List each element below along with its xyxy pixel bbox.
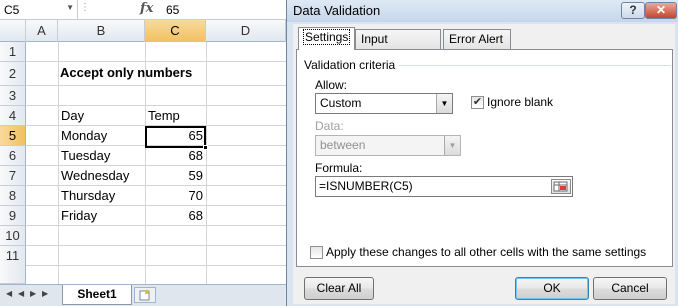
formula-input[interactable]: =ISNUMBER(C5) xyxy=(315,176,573,197)
excel-worksheet: C5 ▼ ⋮ fx 65 A B C D 1 2 3 4 5 6 7 8 9 1… xyxy=(0,0,286,306)
apply-to-all-checkbox[interactable] xyxy=(310,246,323,259)
table-cell-day[interactable]: Tuesday xyxy=(58,146,145,166)
checkmark-icon: ✔ xyxy=(472,96,483,108)
table-cell-temp[interactable]: 68 xyxy=(145,206,206,226)
row-header-2[interactable]: 2 xyxy=(0,62,26,86)
allow-label: Allow: xyxy=(315,78,348,92)
tab-input-message[interactable]: Input Message xyxy=(355,29,441,64)
validation-criteria-label: Validation criteria xyxy=(304,58,396,72)
select-all-corner[interactable] xyxy=(0,20,26,42)
chevron-down-icon[interactable]: ▼ xyxy=(66,3,74,12)
dialog-title: Data Validation xyxy=(293,3,381,18)
clear-all-button[interactable]: Clear All xyxy=(304,277,374,300)
row-header-10[interactable]: 10 xyxy=(0,226,26,246)
previous-sheet-icon[interactable]: ◀ xyxy=(18,289,24,298)
name-box[interactable]: C5 ▼ xyxy=(0,0,78,19)
row-header-7[interactable]: 7 xyxy=(0,166,26,186)
row-header-4[interactable]: 4 xyxy=(0,106,26,126)
row-header-6[interactable]: 6 xyxy=(0,146,26,166)
help-button[interactable]: ? xyxy=(621,2,645,19)
column-header-b[interactable]: B xyxy=(58,20,145,42)
cancel-button[interactable]: Cancel xyxy=(593,277,667,300)
ignore-blank-label: Ignore blank xyxy=(487,95,554,109)
insert-sheet-icon xyxy=(139,289,150,301)
insert-sheet-button[interactable] xyxy=(134,287,156,303)
name-box-value: C5 xyxy=(4,3,20,17)
row-header-11[interactable]: 11 xyxy=(0,246,26,284)
gridline xyxy=(26,85,286,86)
table-cell-day[interactable]: Friday xyxy=(58,206,145,226)
table-cell-temp[interactable]: 68 xyxy=(145,146,206,166)
data-select-value: between xyxy=(320,138,366,152)
formula-bar: C5 ▼ ⋮ fx 65 xyxy=(0,0,286,20)
data-label: Data: xyxy=(315,119,344,133)
group-divider xyxy=(399,65,671,66)
column-header-a[interactable]: A xyxy=(26,20,58,42)
collapse-dialog-button[interactable] xyxy=(551,179,571,194)
allow-select[interactable]: Custom ▼ xyxy=(315,93,453,114)
table-cell-temp[interactable]: 70 xyxy=(145,186,206,206)
tab-error-alert[interactable]: Error Alert xyxy=(443,29,511,49)
row-header-1[interactable]: 1 xyxy=(0,42,26,62)
dialog-body: Settings Input Message Error Alert Valid… xyxy=(293,24,675,304)
formula-bar-grip: ⋮ xyxy=(80,2,110,18)
gridline xyxy=(206,42,207,284)
tab-label: Settings xyxy=(302,29,351,45)
range-select-icon xyxy=(553,181,568,192)
active-cell-border xyxy=(145,126,208,150)
gridline xyxy=(26,265,286,266)
formula-input-value: =ISNUMBER(C5) xyxy=(319,179,413,193)
ok-button[interactable]: OK xyxy=(515,277,589,300)
fill-handle[interactable] xyxy=(203,145,208,150)
chevron-down-icon[interactable]: ▼ xyxy=(436,94,452,113)
row-header-8[interactable]: 8 xyxy=(0,186,26,206)
table-cell-day[interactable]: Wednesday xyxy=(58,166,145,186)
sheet-tab-sheet1[interactable]: Sheet1 xyxy=(62,285,132,305)
tab-settings[interactable]: Settings xyxy=(298,27,356,50)
gridline xyxy=(26,245,286,246)
sheet-tab-bar: ◀ ◀ ▶ ▶ Sheet1 xyxy=(0,284,286,306)
formula-input[interactable]: 65 xyxy=(166,3,179,17)
grip-icon: ⋮ xyxy=(80,2,90,13)
close-button[interactable]: ✕ xyxy=(645,2,677,19)
ignore-blank-checkbox[interactable]: ✔ xyxy=(471,96,484,109)
table-cell-day[interactable]: Thursday xyxy=(58,186,145,206)
tab-label: Error Alert xyxy=(449,32,504,46)
row-header-3[interactable]: 3 xyxy=(0,86,26,106)
dialog-titlebar[interactable]: Data Validation ? ✕ xyxy=(287,0,678,22)
table-cell-temp[interactable]: 59 xyxy=(145,166,206,186)
row-header-5[interactable]: 5 xyxy=(0,126,26,146)
column-headers: A B C D xyxy=(0,20,286,42)
close-icon: ✕ xyxy=(655,3,667,17)
insert-function-icon[interactable]: fx xyxy=(140,1,153,16)
column-header-d[interactable]: D xyxy=(206,20,286,42)
formula-label: Formula: xyxy=(315,161,363,175)
data-validation-dialog: Data Validation ? ✕ Settings Input Messa… xyxy=(286,0,678,306)
sheet-title[interactable]: Accept only numbers xyxy=(60,65,192,80)
first-sheet-icon[interactable]: ◀ xyxy=(6,289,12,298)
apply-to-all-label: Apply these changes to all other cells w… xyxy=(326,245,647,259)
column-header-c[interactable]: C xyxy=(145,20,206,42)
table-header-temp[interactable]: Temp xyxy=(145,106,206,126)
data-select: between ▼ xyxy=(315,135,461,156)
help-icon: ? xyxy=(629,3,637,17)
row-header-9[interactable]: 9 xyxy=(0,206,26,226)
chevron-down-icon: ▼ xyxy=(444,136,460,155)
next-sheet-icon[interactable]: ▶ xyxy=(30,289,36,298)
last-sheet-icon[interactable]: ▶ xyxy=(42,289,48,298)
table-cell-day[interactable]: Monday xyxy=(58,126,145,146)
table-header-day[interactable]: Day xyxy=(58,106,145,126)
allow-select-value: Custom xyxy=(320,96,362,110)
gridline xyxy=(26,61,286,62)
settings-panel: Validation criteria Allow: Custom ▼ ✔ Ig… xyxy=(296,49,673,267)
